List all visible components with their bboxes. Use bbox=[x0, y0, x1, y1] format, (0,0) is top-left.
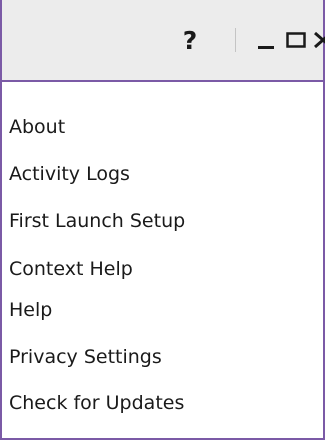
menu-item-context-help[interactable]: Context Help bbox=[9, 254, 133, 284]
minimize-icon bbox=[258, 46, 274, 49]
menu-item-first-launch-setup[interactable]: First Launch Setup bbox=[9, 206, 185, 236]
menu-item-help[interactable]: Help bbox=[9, 295, 52, 325]
menu-item-activity-logs[interactable]: Activity Logs bbox=[9, 159, 130, 189]
maximize-button[interactable] bbox=[282, 20, 310, 60]
app-window: ? About Activity Logs First Launch Setup… bbox=[0, 0, 325, 440]
close-button[interactable] bbox=[314, 20, 325, 60]
close-icon bbox=[314, 31, 325, 49]
titlebar-separator bbox=[235, 28, 236, 52]
menu-item-check-for-updates[interactable]: Check for Updates bbox=[9, 388, 184, 418]
maximize-icon bbox=[286, 32, 306, 48]
minimize-button[interactable] bbox=[252, 20, 280, 60]
menu-item-privacy-settings[interactable]: Privacy Settings bbox=[9, 342, 162, 372]
question-mark-icon: ? bbox=[182, 25, 198, 55]
title-bar: ? bbox=[2, 0, 325, 82]
menu-item-about[interactable]: About bbox=[9, 112, 65, 142]
help-button[interactable]: ? bbox=[176, 20, 204, 60]
